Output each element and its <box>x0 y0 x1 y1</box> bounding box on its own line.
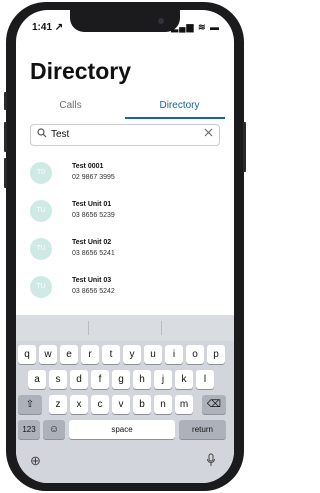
key-u[interactable]: u <box>144 345 162 364</box>
tab-bar: Calls Directory <box>16 100 234 120</box>
shift-key[interactable]: ⇧ <box>18 395 42 414</box>
key-o[interactable]: o <box>186 345 204 364</box>
key-q[interactable]: q <box>18 345 36 364</box>
avatar: TU <box>30 238 52 260</box>
list-item[interactable]: TU Test Unit 03 03 8656 5242 <box>16 270 234 308</box>
avatar: TU <box>30 200 52 222</box>
tab-calls[interactable]: Calls <box>16 100 125 111</box>
avatar: T0 <box>30 162 52 184</box>
contact-number: 03 8656 5241 <box>72 250 115 257</box>
avatar: TU <box>30 276 52 298</box>
key-k[interactable]: k <box>175 370 193 389</box>
numbers-key[interactable]: 123 <box>18 420 40 439</box>
key-g[interactable]: g <box>112 370 130 389</box>
key-h[interactable]: h <box>133 370 151 389</box>
key-r[interactable]: r <box>81 345 99 364</box>
microphone-icon[interactable] <box>206 453 216 472</box>
volume-down-button <box>4 158 7 188</box>
contact-name: Test Unit 02 <box>72 239 112 246</box>
space-key[interactable]: space <box>69 420 175 439</box>
contact-number: 03 8656 5242 <box>72 288 115 295</box>
contact-name: Test 0001 <box>72 163 104 170</box>
search-input[interactable]: Test <box>30 124 220 146</box>
status-bar: 1:41 ↗ ▂▄▆ ≋ ▬ <box>16 22 234 38</box>
key-t[interactable]: t <box>102 345 120 364</box>
key-e[interactable]: e <box>60 345 78 364</box>
list-item[interactable]: TU Test Unit 02 03 8656 5241 <box>16 232 234 270</box>
keyboard: q w e r t y u i o p a s d f g h j k l ⇧ … <box>16 315 234 483</box>
search-value: Test <box>51 129 70 140</box>
key-w[interactable]: w <box>39 345 57 364</box>
key-c[interactable]: c <box>91 395 109 414</box>
location-icon: ↗ <box>54 22 64 33</box>
key-y[interactable]: y <box>123 345 141 364</box>
emoji-icon[interactable]: ☺ <box>43 420 65 439</box>
key-i[interactable]: i <box>165 345 183 364</box>
key-v[interactable]: v <box>112 395 130 414</box>
key-p[interactable]: p <box>207 345 225 364</box>
contact-list: T0 Test 0001 02 9867 3995 TU Test Unit 0… <box>16 156 234 308</box>
tab-directory[interactable]: Directory <box>125 100 234 111</box>
key-s[interactable]: s <box>49 370 67 389</box>
key-j[interactable]: j <box>154 370 172 389</box>
key-b[interactable]: b <box>133 395 151 414</box>
suggestion-divider <box>88 321 89 335</box>
suggestion-bar <box>16 315 234 341</box>
globe-icon[interactable]: ⊕ <box>30 453 41 469</box>
key-m[interactable]: m <box>175 395 193 414</box>
contact-name: Test Unit 03 <box>72 277 112 284</box>
list-item[interactable]: T0 Test 0001 02 9867 3995 <box>16 156 234 194</box>
key-f[interactable]: f <box>91 370 109 389</box>
key-l[interactable]: l <box>196 370 214 389</box>
side-button-left <box>4 92 7 110</box>
volume-up-button <box>4 122 7 152</box>
contact-number: 03 8656 5239 <box>72 212 115 219</box>
phone-frame: 1:41 ↗ ▂▄▆ ≋ ▬ Directory Calls Directory… <box>4 2 246 491</box>
power-button <box>243 122 246 172</box>
contact-name: Test Unit 01 <box>72 201 112 208</box>
delete-key[interactable]: ⌫ <box>202 395 226 414</box>
key-a[interactable]: a <box>28 370 46 389</box>
suggestion-divider <box>161 321 162 335</box>
signal-wifi-battery-icons: ▂▄▆ ≋ ▬ <box>171 22 220 32</box>
return-key[interactable]: return <box>179 420 226 439</box>
key-x[interactable]: x <box>70 395 88 414</box>
search-icon <box>37 128 47 141</box>
close-icon[interactable] <box>204 128 213 140</box>
key-d[interactable]: d <box>70 370 88 389</box>
active-tab-indicator <box>125 117 225 119</box>
list-item[interactable]: TU Test Unit 01 03 8656 5239 <box>16 194 234 232</box>
screen: 1:41 ↗ ▂▄▆ ≋ ▬ Directory Calls Directory… <box>16 10 234 483</box>
contact-number: 02 9867 3995 <box>72 174 115 181</box>
page-title: Directory <box>30 58 131 84</box>
key-n[interactable]: n <box>154 395 172 414</box>
status-time: 1:41 ↗ <box>32 22 64 33</box>
key-z[interactable]: z <box>49 395 67 414</box>
